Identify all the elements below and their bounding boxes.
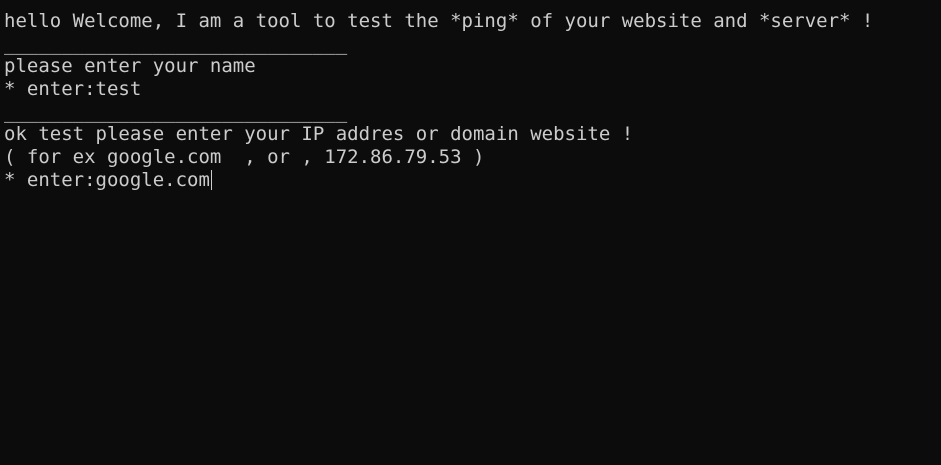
welcome-line: hello Welcome, I am a tool to test the *… [4,10,874,32]
address-example-line: ( for ex google.com , or , 172.86.79.53 … [4,146,485,169]
text-cursor [210,169,212,190]
separator-line: ______________________________ [4,32,348,55]
terminal-window[interactable]: hello Welcome, I am a tool to test the *… [0,0,941,465]
address-input-text[interactable]: * enter:google.com [4,169,210,191]
address-prompt-line: ok test please enter your IP addres or d… [4,123,634,146]
separator-line: ______________________________ [4,100,348,123]
name-prompt-line: please enter your name [4,55,256,78]
address-input-line[interactable]: * enter:google.com [4,169,941,192]
name-input-line: * enter:test [4,78,142,101]
